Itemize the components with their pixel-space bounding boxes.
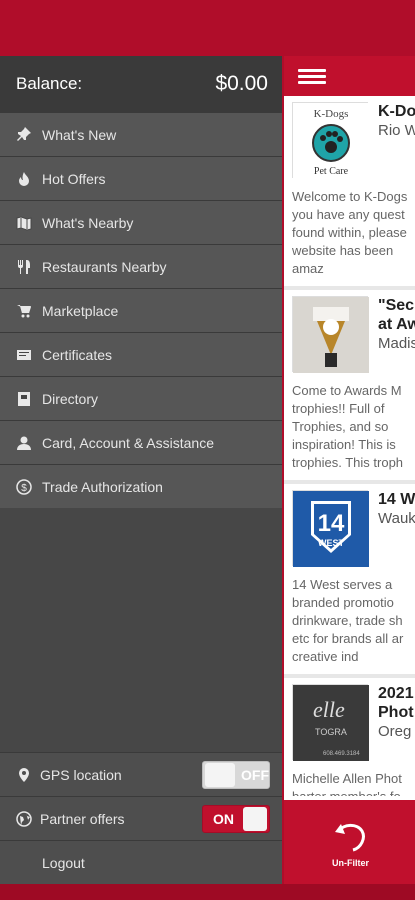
listing-logo: K-Dogs Pet Care — [292, 102, 369, 179]
menu-item-label: Trade Authorization — [42, 478, 163, 495]
certificate-icon — [16, 347, 32, 363]
gps-location-label: GPS location — [40, 766, 122, 783]
listing-title: "Sec at Aw — [378, 297, 415, 333]
svg-text:$: $ — [21, 483, 27, 494]
menu-item-directory[interactable]: Directory — [0, 376, 282, 420]
logo-text-bottom: WEST — [318, 538, 345, 548]
status-bar — [0, 0, 415, 56]
menu-item-whats-new[interactable]: What's New — [0, 112, 282, 156]
location-pin-icon — [16, 767, 32, 783]
cart-icon — [16, 303, 32, 319]
listing-location: Madis — [378, 335, 415, 352]
app-header — [284, 56, 415, 96]
menu-item-label: What's Nearby — [42, 214, 134, 231]
listing-location: Wauk — [378, 510, 415, 527]
user-icon — [16, 435, 32, 451]
menu-item-certificates[interactable]: Certificates — [0, 332, 282, 376]
listing-description: Come to Awards M trophies!! Full of Trop… — [292, 383, 404, 470]
toggle-state: ON — [213, 811, 234, 827]
balance-value: $0.00 — [215, 72, 268, 95]
toggle-state: OFF — [241, 767, 269, 783]
balance-label: Balance: — [16, 74, 83, 93]
logo-text-mid: TOGRA — [315, 727, 347, 737]
listing-description: 14 West serves a branded promotio drinkw… — [292, 577, 404, 664]
globe-icon — [16, 810, 32, 827]
listing-description: Michelle Allen Phot barter member's fo p… — [292, 771, 402, 796]
navigation-drawer: Balance: $0.00 What's New Hot Offers Wha… — [0, 56, 282, 884]
partner-offers-toggle[interactable]: ON — [202, 805, 270, 833]
balance-row: Balance: $0.00 — [0, 56, 282, 112]
menu-item-trade-authorization[interactable]: $ Trade Authorization — [0, 464, 282, 508]
listing-description: Welcome to K-Dogs you have any quest fou… — [292, 189, 408, 276]
menu-item-label: What's New — [42, 126, 117, 143]
menu-item-marketplace[interactable]: Marketplace — [0, 288, 282, 332]
gps-location-row: GPS location OFF — [0, 752, 282, 796]
listing-title: 14 W — [378, 491, 415, 508]
toggle-knob — [243, 807, 267, 831]
menu-item-label: Card, Account & Assistance — [42, 434, 214, 451]
listing-logo: 14 WEST — [292, 490, 369, 567]
logout-label: Logout — [42, 854, 85, 871]
logout-button[interactable]: Logout — [0, 840, 282, 884]
listing-card[interactable]: K-Dogs Pet Care K-Dog Rio W Welcome to — [284, 96, 415, 286]
menu-item-label: Marketplace — [42, 302, 119, 319]
unfilter-button[interactable]: Un-Filter — [284, 800, 415, 884]
unfilter-label: Un-Filter — [332, 858, 369, 868]
pin-icon — [16, 126, 32, 143]
menu-item-restaurants-nearby[interactable]: Restaurants Nearby — [0, 244, 282, 288]
undo-icon — [334, 823, 365, 852]
gps-location-toggle[interactable]: OFF — [202, 761, 270, 789]
listing-location: Rio W — [378, 122, 415, 139]
listing-logo: elle TOGRA 608.469.3184 — [292, 684, 369, 761]
logo-text-top: 14 — [318, 510, 345, 537]
hamburger-menu-icon[interactable] — [298, 68, 326, 84]
menu-item-label: Hot Offers — [42, 170, 106, 187]
logo-text-bottom: 608.469.3184 — [323, 751, 360, 757]
menu-item-card-account-assistance[interactable]: Card, Account & Assistance — [0, 420, 282, 464]
listing-location: Oreg — [378, 723, 412, 740]
listing-card[interactable]: elle TOGRA 608.469.3184 2021 Phot Oreg M… — [284, 678, 415, 796]
toggle-knob — [205, 763, 235, 787]
flame-icon — [16, 171, 32, 187]
dollar-icon: $ — [16, 478, 32, 495]
menu-item-whats-nearby[interactable]: What's Nearby — [0, 200, 282, 244]
listing-list: K-Dogs Pet Care K-Dog Rio W Welcome to — [284, 96, 415, 796]
listing-card[interactable]: "Sec at Aw Madis Come to Awards M trophi… — [284, 290, 415, 480]
menu-item-label: Restaurants Nearby — [42, 258, 167, 275]
menu-item-label: Directory — [42, 390, 99, 407]
listing-card[interactable]: 14 WEST 14 W Wauk 14 West serves a brand… — [284, 484, 415, 674]
listing-photo — [292, 296, 369, 373]
drawer-menu: What's New Hot Offers What's Nearby Rest… — [0, 112, 282, 508]
navigation-bar — [0, 884, 415, 900]
logo-text-bottom: Pet Care — [314, 166, 349, 177]
menu-item-hot-offers[interactable]: Hot Offers — [0, 156, 282, 200]
partner-offers-label: Partner offers — [40, 810, 125, 827]
logo-text-top: K-Dogs — [314, 108, 349, 120]
book-icon — [16, 391, 32, 407]
content-panel: K-Dogs Pet Care K-Dog Rio W Welcome to — [282, 56, 415, 884]
listing-title: 2021 Phot — [378, 685, 414, 721]
drawer-footer: GPS location OFF Partner offers ON Logou… — [0, 752, 282, 884]
menu-item-label: Certificates — [42, 346, 113, 363]
partner-offers-row: Partner offers ON — [0, 796, 282, 840]
utensils-icon — [16, 259, 32, 275]
listing-title: K-Dog — [378, 103, 415, 120]
map-icon — [16, 215, 32, 231]
logo-text-top: elle — [313, 697, 345, 722]
